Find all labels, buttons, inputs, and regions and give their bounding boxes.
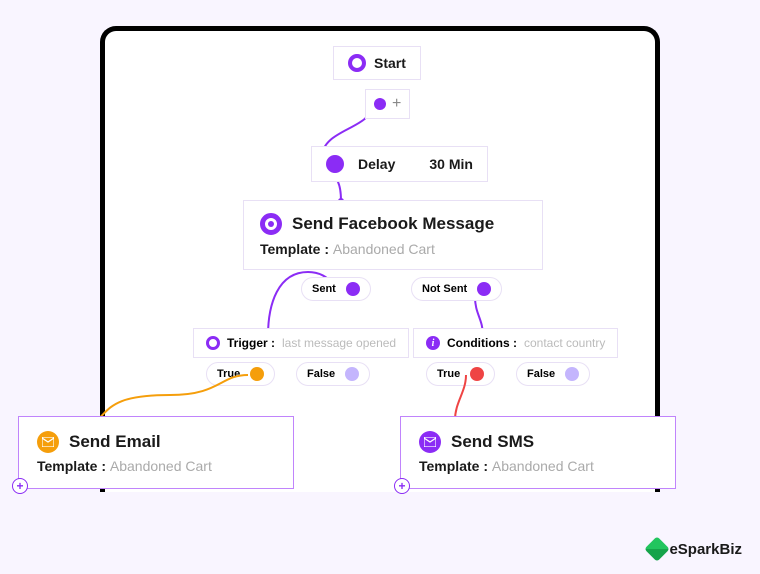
- sms-icon: [419, 431, 441, 453]
- info-icon: i: [426, 336, 440, 350]
- conditions-label: Conditions :: [447, 336, 517, 350]
- dot-icon: [477, 282, 491, 296]
- brand-logo: eSparkBiz: [648, 540, 742, 558]
- template-value: Abandoned Cart: [333, 241, 435, 257]
- email-icon: [37, 431, 59, 453]
- facebook-message-node[interactable]: Send Facebook Message Template : Abandon…: [243, 200, 543, 270]
- email-title: Send Email: [69, 432, 161, 452]
- trigger-value: last message opened: [282, 336, 396, 350]
- sms-title: Send SMS: [451, 432, 534, 452]
- branch-label: Sent: [312, 283, 336, 295]
- dot-icon: [345, 367, 359, 381]
- send-email-card[interactable]: Send Email Template : Abandoned Cart: [18, 416, 294, 489]
- add-step-button[interactable]: +: [12, 478, 28, 494]
- template-label: Template :: [37, 458, 106, 474]
- add-step-node[interactable]: +: [365, 89, 410, 119]
- delay-node[interactable]: Delay 30 Min: [311, 146, 488, 182]
- delay-value: 30 Min: [429, 156, 473, 172]
- trigger-false[interactable]: False: [296, 362, 370, 386]
- branch-not-sent[interactable]: Not Sent: [411, 277, 502, 301]
- start-label: Start: [374, 55, 406, 71]
- dot-icon: [250, 367, 264, 381]
- template-label: Template :: [419, 458, 488, 474]
- add-step-button[interactable]: +: [394, 478, 410, 494]
- dot-icon: [565, 367, 579, 381]
- message-icon: [260, 213, 282, 235]
- bool-label: False: [527, 368, 555, 380]
- dot-icon: [374, 98, 386, 110]
- facebook-title: Send Facebook Message: [292, 214, 494, 234]
- trigger-icon: [206, 336, 220, 350]
- template-value: Abandoned Cart: [492, 458, 594, 474]
- brand-icon: [645, 536, 670, 561]
- trigger-label: Trigger :: [227, 336, 275, 350]
- bool-label: False: [307, 368, 335, 380]
- template-label: Template :: [260, 241, 329, 257]
- send-sms-card[interactable]: Send SMS Template : Abandoned Cart: [400, 416, 676, 489]
- plus-icon: +: [392, 95, 401, 113]
- conditions-value: contact country: [524, 336, 605, 350]
- trigger-true[interactable]: True: [206, 362, 275, 386]
- dot-icon: [470, 367, 484, 381]
- delay-label: Delay: [358, 156, 395, 172]
- branch-label: Not Sent: [422, 283, 467, 295]
- condition-true[interactable]: True: [426, 362, 495, 386]
- condition-false[interactable]: False: [516, 362, 590, 386]
- start-node[interactable]: Start: [333, 46, 421, 80]
- branch-sent[interactable]: Sent: [301, 277, 371, 301]
- start-icon: [348, 54, 366, 72]
- template-value: Abandoned Cart: [110, 458, 212, 474]
- conditions-node[interactable]: i Conditions : contact country: [413, 328, 618, 358]
- brand-name: eSparkBiz: [669, 541, 742, 558]
- dot-icon: [326, 155, 344, 173]
- trigger-node[interactable]: Trigger : last message opened: [193, 328, 409, 358]
- bool-label: True: [437, 368, 460, 380]
- bool-label: True: [217, 368, 240, 380]
- dot-icon: [346, 282, 360, 296]
